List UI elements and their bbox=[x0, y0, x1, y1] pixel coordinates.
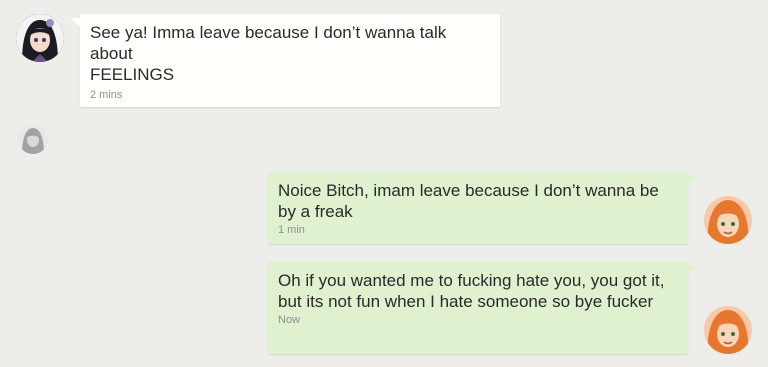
girl-avatar-icon bbox=[704, 196, 752, 244]
message-timestamp: Now bbox=[278, 314, 301, 326]
sender-avatar-orange-hair[interactable] bbox=[704, 306, 752, 354]
sender-avatar-dark-hair[interactable] bbox=[16, 14, 64, 62]
sender-avatar-orange-hair[interactable] bbox=[704, 196, 752, 244]
message-timestamp: 2 mins bbox=[90, 89, 123, 101]
message-text: Oh if you wanted me to fucking hate you,… bbox=[278, 271, 665, 311]
chat-screen: { "colors": { "background": "#ededea", "… bbox=[0, 0, 768, 367]
message-text: See ya! Imma leave because I don’t wanna… bbox=[90, 23, 447, 84]
girl-avatar-icon bbox=[16, 14, 64, 62]
message-bubble-outgoing[interactable]: Noice Bitch, imam leave because I don’t … bbox=[268, 172, 688, 244]
message-bubble-incoming[interactable]: See ya! Imma leave because I don’t wanna… bbox=[80, 14, 500, 107]
message-text: Noice Bitch, imam leave because I don’t … bbox=[278, 181, 659, 221]
bubble-tail bbox=[688, 266, 697, 275]
sender-avatar-faded[interactable] bbox=[18, 124, 48, 154]
bubble-tail bbox=[688, 176, 697, 185]
girl-avatar-icon bbox=[704, 306, 752, 354]
message-timestamp: 1 min bbox=[278, 224, 305, 236]
girl-avatar-icon bbox=[18, 124, 48, 154]
bubble-tail bbox=[71, 18, 80, 27]
message-bubble-outgoing[interactable]: Oh if you wanted me to fucking hate you,… bbox=[268, 262, 688, 354]
